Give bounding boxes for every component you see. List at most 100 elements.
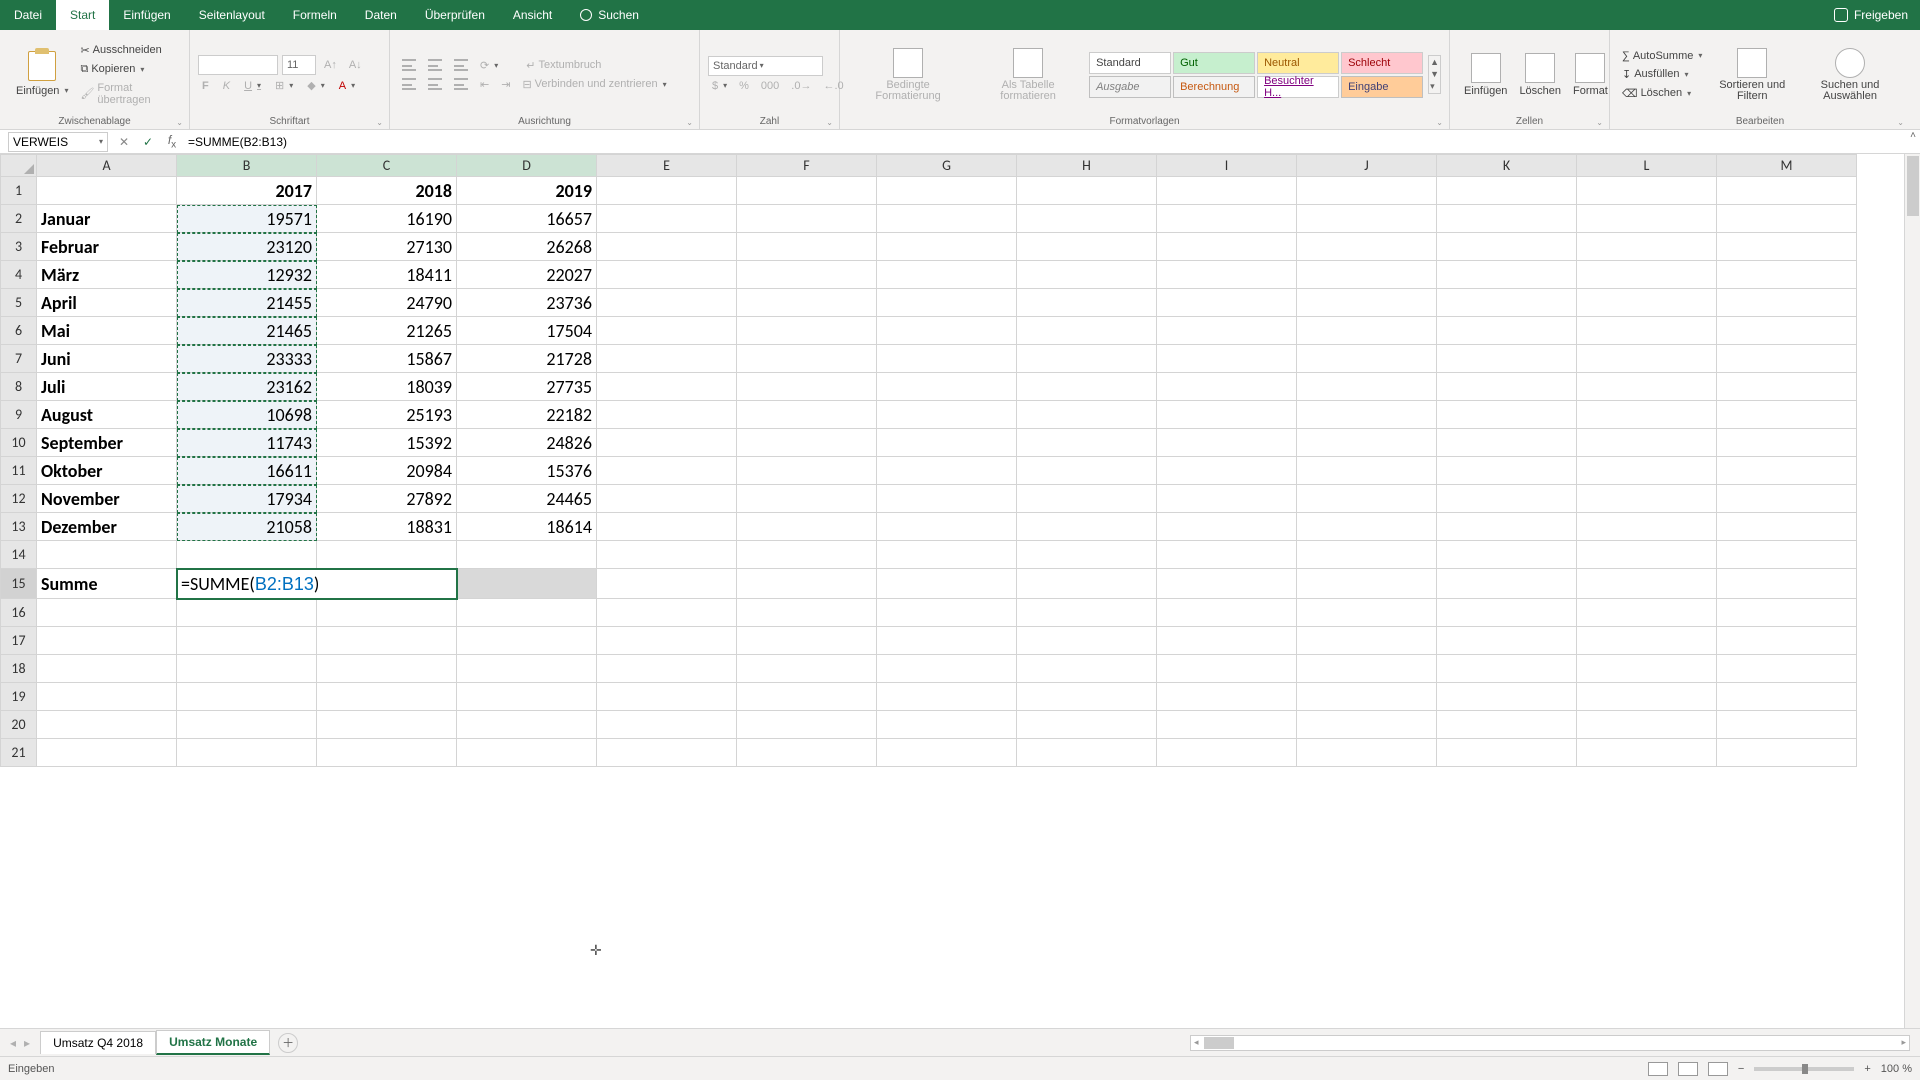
style-eingabe[interactable]: Eingabe xyxy=(1341,76,1423,98)
column-header-K[interactable]: K xyxy=(1437,155,1577,177)
cell-K18[interactable] xyxy=(1437,655,1577,683)
cell-M17[interactable] xyxy=(1717,627,1857,655)
cell-I18[interactable] xyxy=(1157,655,1297,683)
cell-I1[interactable] xyxy=(1157,177,1297,205)
cell-I15[interactable] xyxy=(1157,569,1297,599)
cell-C3[interactable]: 27130 xyxy=(317,233,457,261)
font-color-button[interactable]: A xyxy=(335,77,359,94)
styles-gallery-expand[interactable]: ▾ xyxy=(1430,81,1439,92)
cell-M5[interactable] xyxy=(1717,289,1857,317)
cell-H13[interactable] xyxy=(1017,513,1157,541)
cell-G14[interactable] xyxy=(877,541,1017,569)
cell-L7[interactable] xyxy=(1577,345,1717,373)
decrease-font-button[interactable]: A↓ xyxy=(345,55,366,75)
cell-L13[interactable] xyxy=(1577,513,1717,541)
row-header-16[interactable]: 16 xyxy=(1,599,37,627)
row-header-10[interactable]: 10 xyxy=(1,429,37,457)
column-header-L[interactable]: L xyxy=(1577,155,1717,177)
orientation-button[interactable]: ⟳ xyxy=(476,57,502,74)
cell-A6[interactable]: Mai xyxy=(37,317,177,345)
cell-H14[interactable] xyxy=(1017,541,1157,569)
cell-I17[interactable] xyxy=(1157,627,1297,655)
cell-J1[interactable] xyxy=(1297,177,1437,205)
cell-K15[interactable] xyxy=(1437,569,1577,599)
cell-K4[interactable] xyxy=(1437,261,1577,289)
cell-M7[interactable] xyxy=(1717,345,1857,373)
cell-G7[interactable] xyxy=(877,345,1017,373)
cell-G16[interactable] xyxy=(877,599,1017,627)
zoom-level[interactable]: 100 % xyxy=(1881,1063,1912,1075)
cell-G5[interactable] xyxy=(877,289,1017,317)
cell-F10[interactable] xyxy=(737,429,877,457)
cell-K3[interactable] xyxy=(1437,233,1577,261)
column-header-F[interactable]: F xyxy=(737,155,877,177)
cell-M20[interactable] xyxy=(1717,711,1857,739)
tab-start[interactable]: Start xyxy=(56,0,109,30)
cell-G20[interactable] xyxy=(877,711,1017,739)
cell-K7[interactable] xyxy=(1437,345,1577,373)
styles-row-up[interactable]: ▲ xyxy=(1430,57,1439,67)
cell-E14[interactable] xyxy=(597,541,737,569)
sheet-nav-prev[interactable]: ▸ xyxy=(24,1036,30,1050)
tab-daten[interactable]: Daten xyxy=(351,0,411,30)
cell-L8[interactable] xyxy=(1577,373,1717,401)
view-page-break-button[interactable] xyxy=(1708,1062,1728,1076)
cell-E3[interactable] xyxy=(597,233,737,261)
cell-H20[interactable] xyxy=(1017,711,1157,739)
align-bottom-button[interactable] xyxy=(450,57,472,74)
align-center-button[interactable] xyxy=(424,76,446,93)
cell-C19[interactable] xyxy=(317,683,457,711)
cell-A20[interactable] xyxy=(37,711,177,739)
row-header-14[interactable]: 14 xyxy=(1,541,37,569)
cell-I14[interactable] xyxy=(1157,541,1297,569)
cell-J17[interactable] xyxy=(1297,627,1437,655)
cell-C16[interactable] xyxy=(317,599,457,627)
cell-G9[interactable] xyxy=(877,401,1017,429)
column-header-D[interactable]: D xyxy=(457,155,597,177)
cell-E9[interactable] xyxy=(597,401,737,429)
cell-D13[interactable]: 18614 xyxy=(457,513,597,541)
cell-J8[interactable] xyxy=(1297,373,1437,401)
cell-D3[interactable]: 26268 xyxy=(457,233,597,261)
cell-C17[interactable] xyxy=(317,627,457,655)
cell-B15[interactable]: =SUMME(B2:B13) xyxy=(177,569,457,599)
cell-H11[interactable] xyxy=(1017,457,1157,485)
select-all-corner[interactable] xyxy=(1,155,37,177)
tab-einfuegen[interactable]: Einfügen xyxy=(109,0,184,30)
tab-ansicht[interactable]: Ansicht xyxy=(499,0,566,30)
cell-K17[interactable] xyxy=(1437,627,1577,655)
cell-D6[interactable]: 17504 xyxy=(457,317,597,345)
cell-D2[interactable]: 16657 xyxy=(457,205,597,233)
cell-F9[interactable] xyxy=(737,401,877,429)
cell-H17[interactable] xyxy=(1017,627,1157,655)
cell-A7[interactable]: Juni xyxy=(37,345,177,373)
column-header-H[interactable]: H xyxy=(1017,155,1157,177)
row-header-7[interactable]: 7 xyxy=(1,345,37,373)
increase-indent-button[interactable]: ⇥ xyxy=(497,76,514,93)
cell-K10[interactable] xyxy=(1437,429,1577,457)
cell-B20[interactable] xyxy=(177,711,317,739)
cell-L10[interactable] xyxy=(1577,429,1717,457)
cell-K11[interactable] xyxy=(1437,457,1577,485)
cell-K1[interactable] xyxy=(1437,177,1577,205)
cell-B18[interactable] xyxy=(177,655,317,683)
cell-G2[interactable] xyxy=(877,205,1017,233)
cell-A5[interactable]: April xyxy=(37,289,177,317)
cell-E4[interactable] xyxy=(597,261,737,289)
cell-H8[interactable] xyxy=(1017,373,1157,401)
cell-F4[interactable] xyxy=(737,261,877,289)
align-top-button[interactable] xyxy=(398,57,420,74)
tell-me-search[interactable]: Suchen xyxy=(566,0,653,30)
cell-I21[interactable] xyxy=(1157,739,1297,767)
cell-M13[interactable] xyxy=(1717,513,1857,541)
cell-A8[interactable]: Juli xyxy=(37,373,177,401)
cell-C10[interactable]: 15392 xyxy=(317,429,457,457)
cell-M14[interactable] xyxy=(1717,541,1857,569)
cell-D8[interactable]: 27735 xyxy=(457,373,597,401)
cell-L9[interactable] xyxy=(1577,401,1717,429)
cell-I7[interactable] xyxy=(1157,345,1297,373)
style-berechnung[interactable]: Berechnung xyxy=(1173,76,1255,98)
cell-D1[interactable]: 2019 xyxy=(457,177,597,205)
cell-J10[interactable] xyxy=(1297,429,1437,457)
cell-G1[interactable] xyxy=(877,177,1017,205)
